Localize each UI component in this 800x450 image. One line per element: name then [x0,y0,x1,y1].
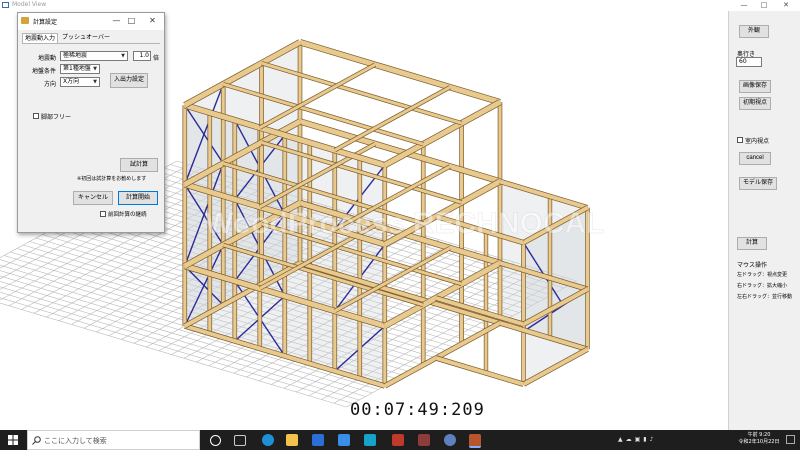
windows-start-icon[interactable] [8,435,18,445]
exterior-button[interactable]: 外観 [739,25,769,38]
task-view-icon[interactable] [234,435,246,446]
settings-icon [21,17,29,24]
mouse-help-both: 左右ドラッグ：並行移動 [737,294,793,300]
mouse-help-left: 左ドラッグ：視点変更 [737,272,788,278]
indoor-view-label: 室内視点 [745,138,770,145]
ground-select[interactable]: 第1種地盤 ▼ [60,64,100,74]
save-model-button[interactable]: モデル保存 [739,177,777,190]
mouse-help-title: マウス操作 [737,262,768,269]
clock-time: 午前 9:20 [747,432,771,438]
clock-date: 令和2年10月22日 [738,439,780,445]
quake-select[interactable]: 極稀地震 ▼ [60,51,128,61]
direction-label: 方向 [44,81,57,88]
chevron-down-icon: ▼ [121,53,125,59]
calculate-button[interactable]: 計算 [737,237,767,250]
search-placeholder: ここに入力して検索 [44,437,107,445]
cortana-icon[interactable] [210,435,221,446]
start-calc-button[interactable]: 計算開始 [118,191,158,205]
active-app-icon[interactable] [469,434,481,448]
continue-label: 前回計算の継続 [108,212,147,218]
scale-input[interactable]: 1.0 [133,51,151,61]
io-settings-button[interactable]: 入出力設定 [110,73,148,88]
search-icon [32,436,41,445]
tool-app-icon[interactable] [418,434,430,446]
mouse-help-right: 右ドラッグ：拡大縮小 [737,283,788,289]
dialog-close-icon[interactable]: ✕ [146,15,159,27]
window-title: Model View [12,1,47,8]
depth-input[interactable]: 60 [736,57,762,67]
system-tray-icons[interactable]: ▲☁▣▮♪ [618,436,688,444]
mail-icon[interactable] [338,434,350,446]
quake-label: 地震動 [38,55,57,62]
dialog-title: 計算設定 [33,19,58,26]
scale-unit: 倍 [153,55,160,62]
dialog-cancel-button[interactable]: キャンセル [73,191,113,205]
elapsed-timer: 00:07:49:209 [350,400,485,420]
timber-member [383,321,501,388]
dialog-minimize-icon[interactable]: — [110,15,123,27]
trial-note: ※初回は試計算をお勧めします [77,176,147,182]
ground-select-value: 第1種地盤 [63,65,91,72]
taskbar: ここに入力して検索 ▲☁▣▮♪ 午前 9:20 令和2年10月22日 [0,430,800,450]
cancel-button[interactable]: cancel [739,152,771,165]
quake-select-value: 極稀地震 [63,52,88,59]
app-icon [2,2,9,8]
continue-checkbox[interactable] [100,211,106,217]
close-icon[interactable]: ✕ [778,0,794,11]
minimize-icon[interactable]: — [736,0,752,11]
edge-icon[interactable] [262,434,274,446]
m-app-icon[interactable] [392,434,404,446]
base-free-label: 脚部フリー [41,114,72,121]
dialog-maximize-icon[interactable]: □ [125,15,138,27]
store-icon[interactable] [312,434,324,446]
watermark-text: WoodProcess RECHNOCAL [205,207,605,240]
indoor-view-checkbox[interactable] [737,137,743,143]
chevron-down-icon: ▼ [93,79,97,85]
l-app-icon[interactable] [364,434,376,446]
timber-member [299,39,501,105]
initial-view-button[interactable]: 初期視点 [739,97,771,110]
timber-member [435,356,525,387]
direction-select[interactable]: X方向 ▼ [60,77,100,87]
save-image-button[interactable]: 画像保存 [739,80,771,93]
file-explorer-icon[interactable] [286,434,298,446]
dialog-titlebar: 計算設定 — □ ✕ [18,13,164,30]
ground-label: 地盤条件 [32,68,57,75]
calc-settings-dialog: 計算設定 — □ ✕ 地震動入力 プッシュオーバー 地震動 極稀地震 ▼ 1.0… [17,12,165,233]
trial-calc-button[interactable]: 試計算 [120,158,158,172]
settings-app-icon[interactable] [444,434,456,446]
base-free-checkbox[interactable] [33,113,39,119]
maximize-icon[interactable]: □ [756,0,772,11]
tab-divider [22,43,160,44]
notification-icon[interactable] [786,435,795,444]
taskbar-clock[interactable]: 午前 9:20 令和2年10月22日 [733,432,785,446]
direction-select-value: X方向 [63,78,80,85]
right-panel: 外観 奥行き 60 画像保存 初期視点 室内視点 cancel モデル保存 計算… [728,11,800,430]
chevron-down-icon: ▼ [93,66,97,72]
taskbar-search[interactable]: ここに入力して検索 [27,430,200,450]
